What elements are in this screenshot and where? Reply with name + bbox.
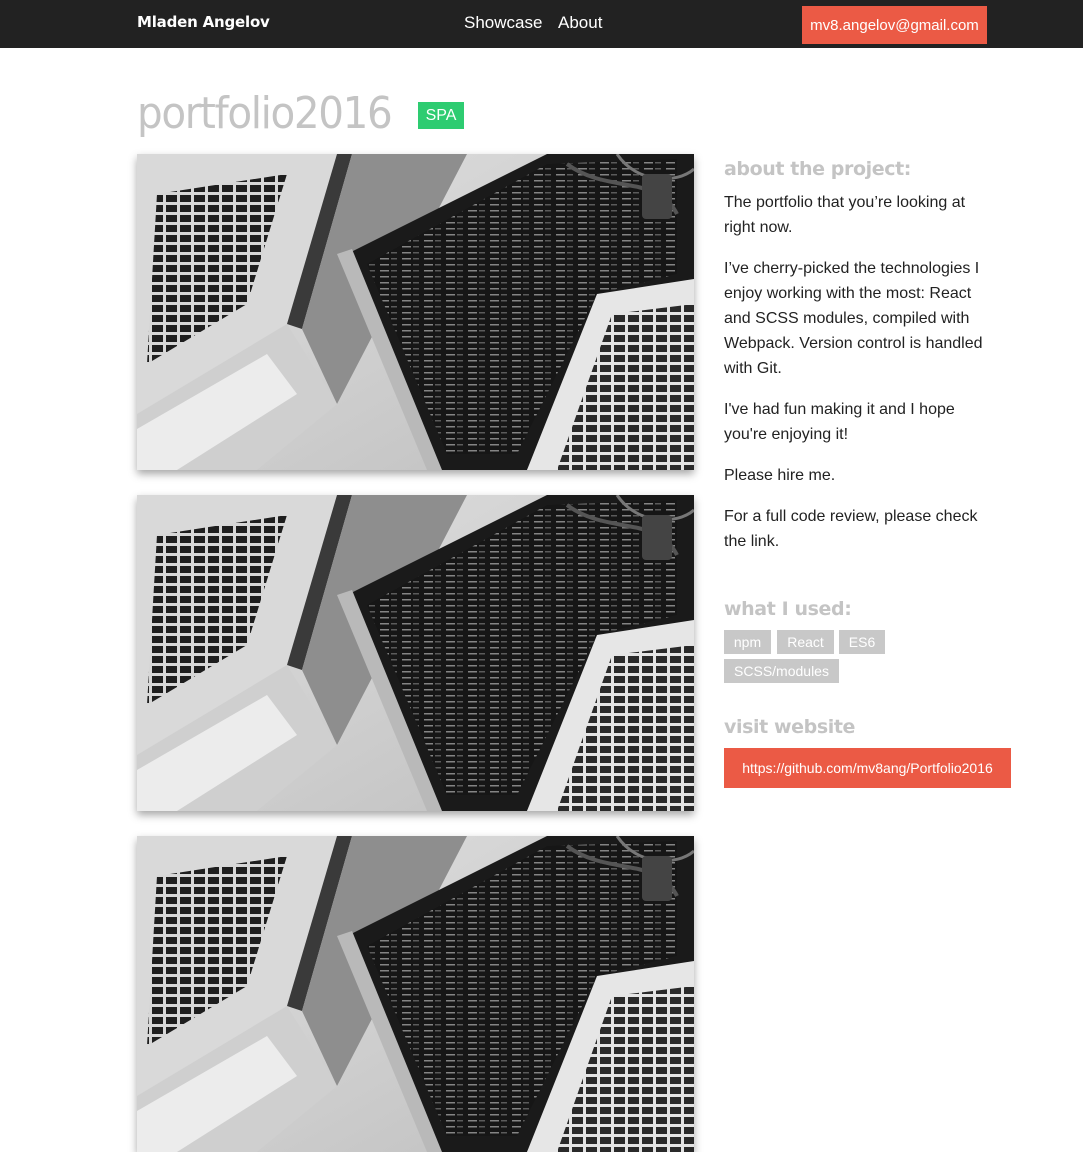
nav-showcase-link[interactable]: Showcase: [464, 13, 542, 33]
about-paragraph: For a full code review, please check the…: [724, 508, 978, 550]
email-button[interactable]: mv8.angelov@gmail.com: [802, 6, 987, 44]
laptops-photo-icon: [137, 836, 694, 1152]
about-paragraph: Please hire me.: [724, 467, 836, 484]
about-paragraph: The portfolio that you’re looking at rig…: [724, 194, 966, 236]
visit-heading: visit website: [724, 716, 856, 738]
about-heading: about the project:: [724, 158, 911, 180]
about-paragraph: I’ve cherry-picked the technologies I en…: [724, 260, 983, 377]
used-heading: what I used:: [724, 598, 852, 620]
tech-tag-es6: ES6: [839, 630, 885, 654]
about-paragraph: I've had fun making it and I hope you're…: [724, 401, 955, 443]
tech-tag-scss-modules: SCSS/modules: [724, 659, 839, 683]
tech-tag-react: React: [777, 630, 834, 654]
laptops-photo-icon: [137, 495, 694, 811]
nav-about-link[interactable]: About: [558, 13, 602, 33]
top-navbar: Mladen Angelov Showcase About mv8.angelo…: [0, 0, 1083, 48]
project-screenshot-3[interactable]: [137, 836, 694, 1152]
visit-website-button[interactable]: https://github.com/mv8ang/Portfolio2016: [724, 748, 1011, 788]
project-title: portfolio2016: [137, 88, 393, 139]
project-screenshot-1[interactable]: [137, 154, 694, 470]
brand-logo[interactable]: Mladen Angelov: [137, 13, 270, 31]
tech-tag-npm: npm: [724, 630, 771, 654]
project-type-badge: SPA: [418, 102, 464, 129]
laptops-photo-icon: [137, 154, 694, 470]
project-screenshot-2[interactable]: [137, 495, 694, 811]
